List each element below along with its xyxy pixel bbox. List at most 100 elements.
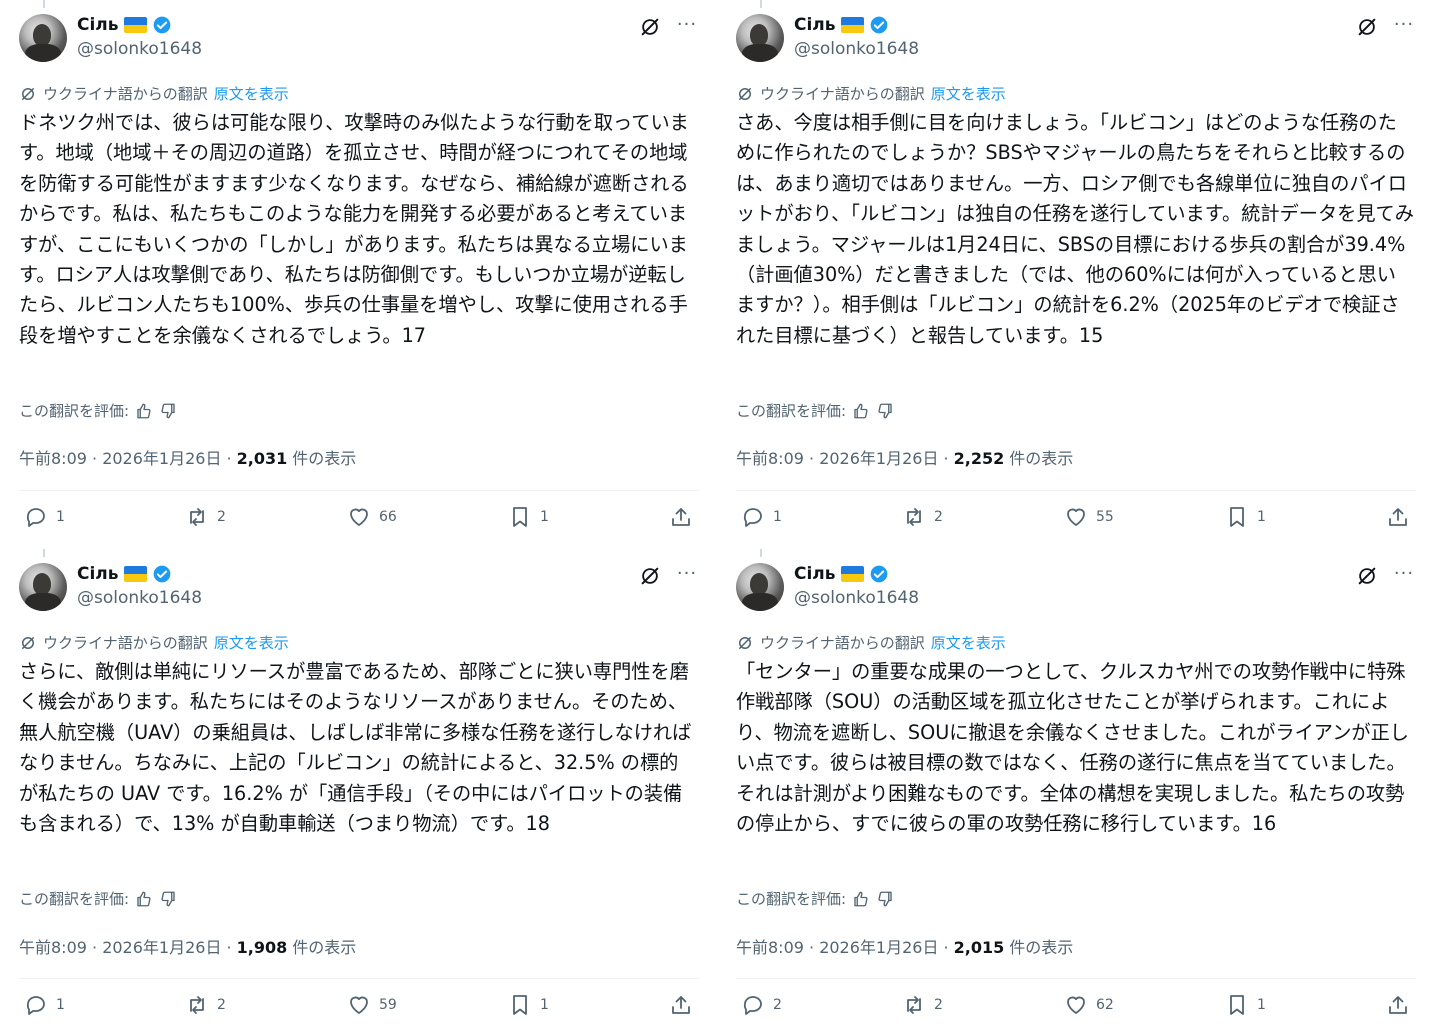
tweet-meta: 午前8:09 · 2026年1月26日 · 2,252 件の表示 [736,445,1073,469]
reply-count: 2 [773,997,782,1013]
translation-row: ウクライナ語からの翻訳 原文を表示 [19,83,289,104]
timestamp[interactable]: 午前8:09 · 2026年1月26日 · [19,445,232,469]
show-original-link[interactable]: 原文を表示 [214,632,289,653]
like-button[interactable]: 62 [1064,993,1114,1017]
retweet-button[interactable]: 2 [902,993,943,1017]
translate-icon [22,636,34,649]
thumbs-down-icon[interactable] [159,402,177,420]
like-icon [350,996,368,1014]
share-button[interactable] [1386,993,1410,1017]
tweet[interactable]: Сіль @solonko1648 ··· ウクライナ語からの翻訳 原文を表示 … [19,549,699,1036]
retweet-icon [190,996,204,1014]
thumbs-down-icon[interactable] [876,402,894,420]
more-icon[interactable]: ··· [675,563,699,587]
bookmark-icon [1230,995,1244,1015]
retweet-count: 2 [217,509,226,525]
user-name[interactable]: Сіль [794,564,889,584]
thumbs-up-icon[interactable] [852,890,870,908]
thumbs-up-icon[interactable] [135,890,153,908]
display-name[interactable]: Сіль [794,15,836,35]
timestamp[interactable]: 午前8:09 · 2026年1月26日 · [736,934,949,958]
share-button[interactable] [669,993,693,1017]
retweet-count: 2 [217,997,226,1013]
translation-row: ウクライナ語からの翻訳 原文を表示 [736,632,1006,653]
bookmark-button[interactable]: 1 [508,993,549,1017]
action-bar: 1 2 59 1 [19,993,699,1023]
bookmark-count: 1 [1257,509,1266,525]
show-original-link[interactable]: 原文を表示 [931,632,1006,653]
user-handle[interactable]: @solonko1648 [77,39,202,59]
bookmark-button[interactable]: 1 [1225,505,1266,529]
user-handle[interactable]: @solonko1648 [77,588,202,608]
user-handle[interactable]: @solonko1648 [794,39,919,59]
like-icon [1067,996,1085,1014]
display-name[interactable]: Сіль [77,564,119,584]
user-handle[interactable]: @solonko1648 [794,588,919,608]
share-icon [672,996,690,1014]
thumbs-up-icon[interactable] [135,402,153,420]
views-suffix: 件の表示 [1009,449,1074,468]
avatar[interactable] [736,14,784,62]
like-button[interactable]: 55 [1064,505,1114,529]
divider [736,978,1416,979]
tweet[interactable]: Сіль @solonko1648 ··· ウクライナ語からの翻訳 原文を表示 … [736,549,1416,1036]
bookmark-button[interactable]: 1 [1225,993,1266,1017]
show-original-link[interactable]: 原文を表示 [214,83,289,104]
grok-icon[interactable] [1356,565,1378,587]
more-icon[interactable]: ··· [1392,563,1416,587]
reply-button[interactable]: 2 [741,993,782,1017]
grok-icon[interactable] [1356,16,1378,38]
bookmark-count: 1 [1257,997,1266,1013]
thread-line [43,549,45,557]
retweet-button[interactable]: 2 [185,993,226,1017]
verified-icon [870,565,887,583]
thread-line [760,549,762,557]
reply-button[interactable]: 1 [741,505,782,529]
user-name[interactable]: Сіль [794,15,889,35]
avatar[interactable] [19,14,67,62]
reply-icon [26,508,45,527]
share-button[interactable] [669,505,693,529]
reply-button[interactable]: 1 [24,993,65,1017]
display-name[interactable]: Сіль [794,564,836,584]
retweet-button[interactable]: 2 [185,505,226,529]
user-name[interactable]: Сіль [77,564,172,584]
thumbs-down-icon[interactable] [159,890,177,908]
verified-icon [870,16,887,34]
bookmark-button[interactable]: 1 [508,505,549,529]
action-bar: 1 2 66 1 [19,505,699,535]
thread-line [760,0,762,8]
tweet[interactable]: Сіль @solonko1648 ··· ウクライナ語からの翻訳 原文を表示 … [19,0,699,527]
tweet-text: さあ、今度は相手側に目を向けましょう。「ルビコン」はどのような任務のために作られ… [736,111,1414,347]
reply-button[interactable]: 1 [24,505,65,529]
verified-icon [153,565,170,583]
thumbs-up-icon[interactable] [852,402,870,420]
retweet-button[interactable]: 2 [902,505,943,529]
rate-translation: この翻訳を評価: [736,400,894,421]
user-name[interactable]: Сіль [77,15,172,35]
avatar[interactable] [19,563,67,611]
like-button[interactable]: 59 [347,993,397,1017]
display-name[interactable]: Сіль [77,15,119,35]
ukraine-flag-icon [840,566,864,582]
tweet[interactable]: Сіль @solonko1648 ··· ウクライナ語からの翻訳 原文を表示 … [736,0,1416,527]
share-button[interactable] [1386,505,1410,529]
more-icon[interactable]: ··· [675,14,699,38]
timestamp[interactable]: 午前8:09 · 2026年1月26日 · [736,445,949,469]
show-original-link[interactable]: 原文を表示 [931,83,1006,104]
reply-icon [743,508,762,527]
thumbs-down-icon[interactable] [876,890,894,908]
translate-icon [739,636,751,649]
translate-icon [739,87,751,100]
retweet-icon [907,996,921,1014]
like-button[interactable]: 66 [347,505,397,529]
retweet-count: 2 [934,997,943,1013]
grok-icon[interactable] [639,565,661,587]
grok-icon[interactable] [639,16,661,38]
reply-count: 1 [773,509,782,525]
verified-icon [153,16,170,34]
translation-label: ウクライナ語からの翻訳 [43,85,208,103]
more-icon[interactable]: ··· [1392,14,1416,38]
avatar[interactable] [736,563,784,611]
timestamp[interactable]: 午前8:09 · 2026年1月26日 · [19,934,232,958]
